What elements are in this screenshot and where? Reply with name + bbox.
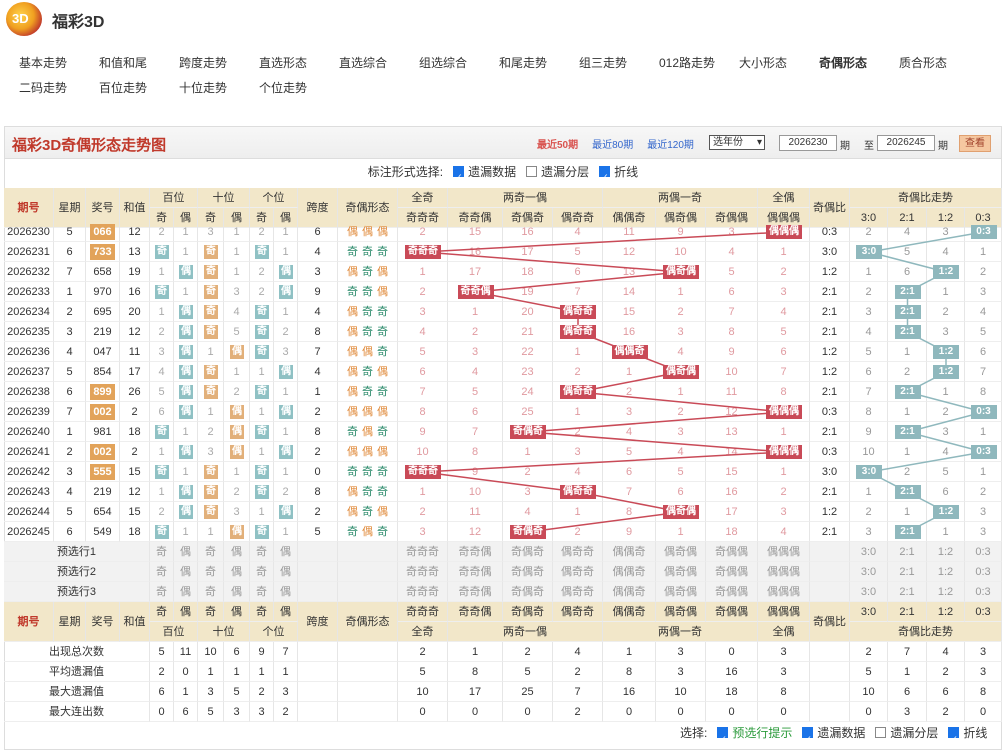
panel-title: 福彩3D奇偶形态走势图 [12, 137, 167, 154]
nav-link[interactable]: 百位走势 [90, 79, 170, 96]
year-select[interactable]: 选年份 [709, 135, 765, 150]
nav-link[interactable]: 十位走势 [170, 79, 250, 96]
option-label: 遗漏分层 [541, 165, 590, 179]
options-label: 标注形式选择: [367, 165, 444, 179]
option-label: 折线 [963, 726, 988, 740]
nav-link[interactable]: 质合形态 [890, 54, 970, 71]
period-link[interactable]: 最近120期 [647, 136, 694, 151]
footer-options: 选择: 预选行提示 遗漏数据 遗漏分层 折线 [0, 719, 1004, 753]
nav-link[interactable]: 组选综合 [410, 54, 490, 71]
nav-link[interactable]: 跨度走势 [170, 54, 250, 71]
from-issue-input[interactable]: 2026230 [779, 135, 837, 151]
option-checkbox[interactable] [599, 164, 611, 190]
trend-nav: 基本走势 和值和尾 跨度走势 直选形态 直选综合 组选综合 和尾走势 组三走势 012路走势 大小… [10, 50, 1000, 100]
options-label: 选择: [680, 726, 708, 740]
option-label: 折线 [614, 165, 639, 179]
view-button[interactable]: 查看 [959, 135, 991, 152]
app-title: 福彩3D [52, 14, 105, 31]
trend-panel: 福彩3D奇偶形态走势图 最近50期最近80期最近120期 选年份 2026230… [4, 126, 1002, 750]
to-issue-input[interactable]: 2026245 [877, 135, 935, 151]
nav-link[interactable]: 二码走势 [10, 79, 90, 96]
nav-link[interactable]: 直选形态 [250, 54, 330, 71]
option-checkbox[interactable] [948, 725, 960, 753]
nav-link[interactable]: 直选综合 [330, 54, 410, 71]
option-label: 遗漏数据 [468, 165, 517, 179]
issue-label: 期 [938, 141, 948, 152]
option-checkbox[interactable] [717, 725, 729, 753]
option-label: 遗漏分层 [890, 726, 939, 740]
nav-link[interactable]: 012路走势 [650, 54, 730, 71]
nav-link[interactable]: 大小形态 [730, 54, 810, 71]
period-link[interactable]: 最近50期 [537, 136, 578, 151]
panel-header: 福彩3D奇偶形态走势图 最近50期最近80期最近120期 选年份 2026230… [5, 127, 1001, 159]
option-checkbox[interactable] [526, 166, 538, 177]
option-checkbox[interactable] [802, 725, 814, 753]
nav-link[interactable]: 组三走势 [570, 54, 650, 71]
nav-link[interactable]: 基本走势 [10, 54, 90, 71]
display-options: 标注形式选择: 遗漏数据 遗漏分层 折线 [5, 159, 1001, 190]
nav-link[interactable]: 个位走势 [250, 79, 330, 96]
option-checkbox[interactable] [453, 164, 465, 190]
option-label: 遗漏数据 [817, 726, 866, 740]
fucai-3d-logo: 3D [6, 2, 42, 36]
option-checkbox[interactable] [875, 727, 887, 738]
nav-link[interactable]: 和尾走势 [490, 54, 570, 71]
issue-label: 期 [840, 141, 850, 152]
nav-link[interactable]: 奇偶形态 [810, 54, 890, 71]
app-header: 3D 福彩3D [0, 0, 1004, 40]
option-label: 预选行提示 [732, 726, 793, 740]
period-link[interactable]: 最近80期 [592, 136, 633, 151]
to-label: 至 [864, 141, 874, 152]
nav-link[interactable]: 和值和尾 [90, 54, 170, 71]
